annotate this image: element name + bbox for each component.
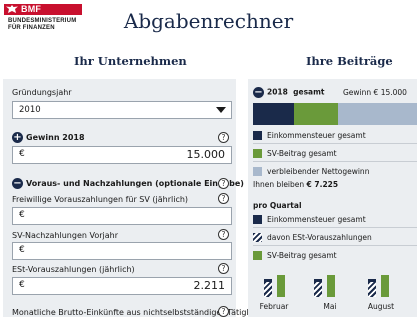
divider: [253, 161, 417, 162]
gewinn-total: Gewinn € 15.000: [343, 88, 407, 97]
help-icon[interactable]: ?: [218, 306, 229, 317]
vorauszahlungen-section-header[interactable]: − Voraus- und Nachzahlungen (optionale Ei…: [12, 178, 244, 189]
help-icon[interactable]: ?: [218, 178, 229, 189]
gewinn-value: 15.000: [186, 148, 226, 161]
divider: [253, 227, 417, 228]
net-segment: [338, 103, 417, 125]
divider: [253, 143, 417, 144]
legend-item: davon ESt-Vorauszahlungen: [253, 233, 372, 242]
help-icon[interactable]: ?: [218, 193, 229, 204]
gewinn-section-header[interactable]: + Gewinn 2018: [12, 132, 85, 143]
sv-nach-label: SV-Nachzahlungen Vorjahr: [12, 231, 118, 240]
chevron-down-icon: [216, 107, 226, 113]
stacked-result-bar: [253, 103, 417, 125]
help-icon[interactable]: ?: [218, 263, 229, 274]
plus-circle-icon[interactable]: +: [12, 132, 23, 143]
page-title: Abgabenrechner: [123, 9, 294, 33]
currency-label: €: [19, 245, 25, 255]
legend-item: SV-Beitrag gesamt: [253, 149, 337, 158]
legend-swatch: [253, 149, 262, 158]
month-label: August: [367, 302, 395, 311]
gruendungsjahr-select[interactable]: 2010: [12, 101, 232, 119]
est-voraus-label: ESt-Vorauszahlungen (jährlich): [12, 265, 135, 274]
quarter-bar-sv: [327, 275, 335, 297]
est-voraus-input[interactable]: € 2.211: [12, 277, 232, 295]
quarter-bar-sv: [277, 275, 285, 297]
legend-item: Einkommensteuer gesamt: [253, 215, 366, 224]
quarter-bar-est: [368, 279, 376, 297]
year-summary-header[interactable]: −2018 gesamt: [253, 87, 325, 98]
legend-item: verbleibender Nettogewinn: [253, 167, 369, 176]
est-voraus-value: 2.211: [193, 279, 226, 292]
sv-voraus-input[interactable]: €: [12, 207, 232, 225]
sv-nach-input[interactable]: €: [12, 242, 232, 260]
input-panel: Gründungsjahr 2010 + Gewinn 2018 ? € 15.0…: [3, 79, 261, 317]
legend-item: SV-Beitrag gesamt: [253, 251, 337, 260]
currency-label: €: [19, 149, 25, 159]
currency-label: €: [19, 210, 25, 220]
quarterly-chart: Februar Mai August: [248, 269, 417, 317]
gruendungsjahr-label: Gründungsjahr: [12, 88, 72, 97]
sv-voraus-label: Freiwillige Vorauszahlungen für SV (jähr…: [12, 195, 189, 204]
currency-label: €: [19, 280, 25, 290]
help-icon[interactable]: ?: [218, 132, 229, 143]
minus-circle-icon[interactable]: −: [253, 87, 264, 98]
results-panel: −2018 gesamt Gewinn € 15.000 Einkommenst…: [248, 79, 417, 317]
legend-item: Einkommensteuer gesamt: [253, 131, 366, 140]
sv-segment: [294, 103, 338, 125]
section-title-unternehmen: Ihr Unternehmen: [74, 54, 187, 68]
est-segment: [253, 103, 294, 125]
section-title-beitraege: Ihre Beiträge: [306, 54, 393, 68]
quarter-bar-sv: [381, 275, 389, 297]
app-header: BMF BUNDESMINISTERIUM FÜR FINANZEN Abgab…: [0, 0, 417, 40]
legend-swatch: [253, 131, 262, 140]
legend-swatch: [253, 251, 262, 260]
gruendungsjahr-value: 2010: [19, 105, 41, 115]
legend-swatch: [253, 215, 262, 224]
month-label: Februar: [259, 302, 289, 311]
gewinn-input[interactable]: € 15.000: [12, 146, 232, 164]
quartal-title: pro Quartal: [253, 201, 302, 210]
legend-swatch: [253, 167, 262, 176]
net-remaining-text: Ihnen bleiben € 7.225: [253, 180, 339, 189]
quarter-bar-est: [264, 279, 272, 297]
legend-swatch-hatched: [253, 233, 262, 242]
quarter-bar-est: [314, 279, 322, 297]
help-icon[interactable]: ?: [218, 229, 229, 240]
divider: [253, 245, 417, 246]
month-label: Mai: [323, 302, 337, 311]
minus-circle-icon[interactable]: −: [12, 178, 23, 189]
